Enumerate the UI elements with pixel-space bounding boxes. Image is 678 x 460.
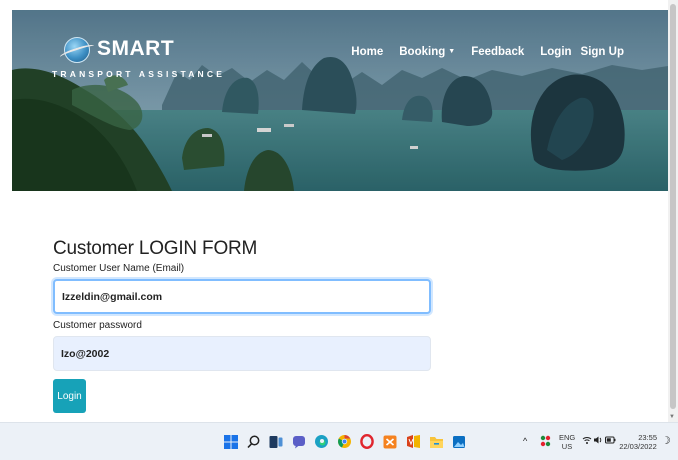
region-code: US [561, 442, 573, 451]
clock-date: 22/03/2022 [619, 442, 657, 451]
login-form: Customer LOGIN FORM Customer User Name (… [53, 238, 433, 413]
scroll-down-arrow-icon[interactable]: ▼ [669, 414, 675, 420]
wifi-icon[interactable] [582, 435, 592, 447]
app-tray-icon[interactable] [540, 435, 551, 449]
globe-logo-icon [64, 37, 90, 63]
brand-tagline: TRANSPORT ASSISTANCE [52, 69, 226, 79]
site-logo[interactable]: SMART TRANSPORT ASSISTANCE [52, 37, 222, 97]
windows-taskbar: ^ ENG US 23:55 22/03/2022 ☽ [0, 422, 678, 460]
opera-icon[interactable] [359, 433, 375, 450]
brand-name: SMART [97, 37, 175, 60]
form-title: Customer LOGIN FORM [53, 238, 258, 259]
xampp-icon[interactable] [382, 433, 398, 450]
page-scrollbar[interactable]: ▼ [668, 0, 678, 422]
windows-start-icon[interactable] [223, 433, 239, 450]
browser-page: SMART TRANSPORT ASSISTANCE Home Booking ▼… [0, 0, 668, 422]
password-field[interactable] [53, 336, 431, 371]
language-code: ENG [559, 433, 576, 442]
show-hidden-icons-button[interactable]: ^ [523, 436, 527, 446]
nav-feedback-link[interactable]: Feedback [471, 46, 524, 58]
caret-down-icon: ▼ [448, 48, 456, 55]
password-label: Customer password [53, 320, 142, 331]
nav-home-link[interactable]: Home [351, 46, 383, 58]
volume-icon[interactable] [593, 435, 603, 447]
notification-moon-icon[interactable]: ☽ [661, 434, 671, 447]
battery-icon[interactable] [605, 435, 616, 447]
task-view-icon[interactable] [268, 433, 284, 450]
scrollbar-thumb[interactable] [670, 4, 676, 409]
email-label: Customer User Name (Email) [53, 263, 185, 274]
language-indicator[interactable]: ENG US [559, 433, 575, 451]
chat-icon[interactable] [291, 433, 307, 450]
file-explorer-icon[interactable] [428, 433, 444, 450]
clock[interactable]: 23:55 22/03/2022 [619, 433, 657, 451]
nav-booking-dropdown[interactable]: Booking ▼ [399, 46, 455, 58]
email-field[interactable] [53, 279, 431, 314]
chrome-icon[interactable] [336, 433, 352, 450]
nav-booking-label: Booking [399, 46, 446, 58]
clock-time: 23:55 [638, 433, 657, 442]
photos-icon[interactable] [451, 433, 467, 450]
nav-signup-link[interactable]: Sign Up [581, 46, 624, 58]
office-icon[interactable] [405, 433, 421, 450]
screen: SMART TRANSPORT ASSISTANCE Home Booking ▼… [0, 0, 678, 460]
main-nav: Home Booking ▼ Feedback Login Sign Up [351, 46, 624, 58]
search-icon[interactable] [245, 433, 261, 450]
login-button[interactable]: Login [53, 379, 86, 413]
nav-login-link[interactable]: Login [540, 46, 571, 58]
edge-icon[interactable] [313, 433, 329, 450]
hero-banner: SMART TRANSPORT ASSISTANCE Home Booking ▼… [12, 10, 668, 191]
